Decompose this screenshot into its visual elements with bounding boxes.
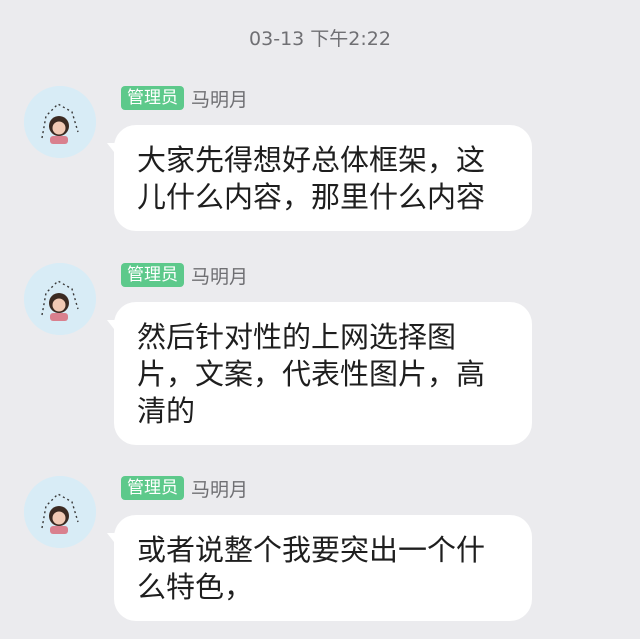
message-timestamp: 03-13 下午2:22 [249, 28, 391, 50]
message-bubble[interactable]: 然后针对性的上网选择图片，文案，代表性图片，高清的 [114, 302, 532, 445]
avatar-photo-icon [24, 86, 96, 158]
sender-info: 管理员 马明月 [121, 85, 248, 111]
message-bubble[interactable]: 大家先得想好总体框架，这儿什么内容，那里什么内容 [114, 125, 532, 231]
sender-name: 马明月 [191, 88, 249, 111]
sender-avatar[interactable] [24, 263, 96, 335]
admin-badge: 管理员 [121, 263, 184, 287]
sender-avatar[interactable] [24, 476, 96, 548]
admin-badge: 管理员 [121, 476, 184, 500]
message-bubble[interactable]: 或者说整个我要突出一个什么特色， [114, 515, 532, 621]
admin-badge: 管理员 [121, 86, 184, 110]
sender-name: 马明月 [191, 478, 249, 501]
sender-name: 马明月 [191, 265, 249, 288]
sender-avatar[interactable] [24, 86, 96, 158]
sender-info: 管理员 马明月 [121, 262, 248, 288]
avatar-photo-icon [24, 476, 96, 548]
avatar-photo-icon [24, 263, 96, 335]
sender-info: 管理员 马明月 [121, 475, 248, 501]
